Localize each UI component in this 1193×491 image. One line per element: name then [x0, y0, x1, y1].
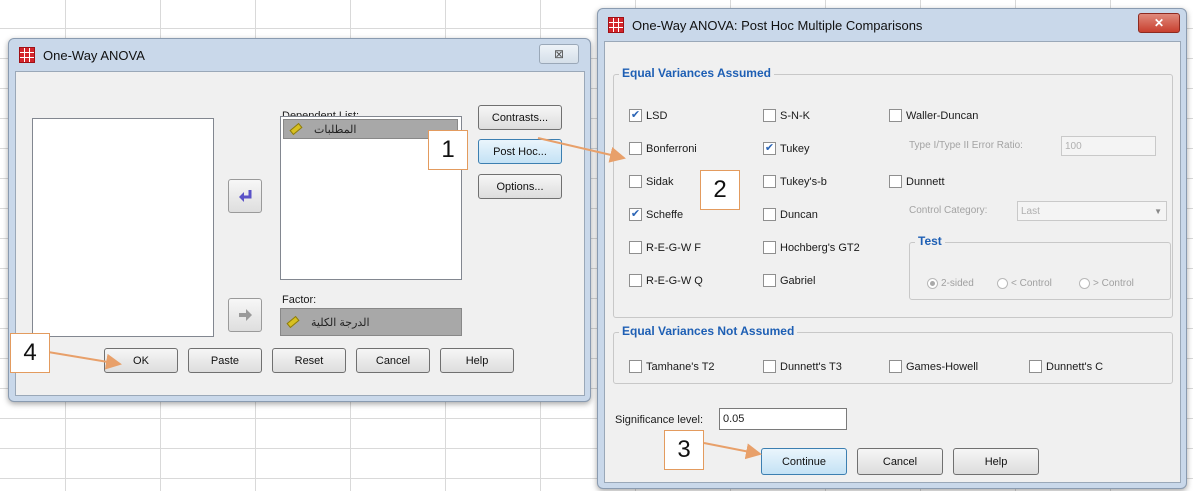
callout-4: 4	[10, 333, 50, 373]
callout-1: 1	[428, 130, 468, 170]
callout-3: 3	[664, 430, 704, 470]
callout-2: 2	[700, 170, 740, 210]
callout-1-arrow	[537, 137, 626, 163]
callout-arrows	[47, 137, 762, 460]
callout-4-arrow	[47, 351, 122, 370]
callout-3-arrow	[703, 442, 762, 460]
